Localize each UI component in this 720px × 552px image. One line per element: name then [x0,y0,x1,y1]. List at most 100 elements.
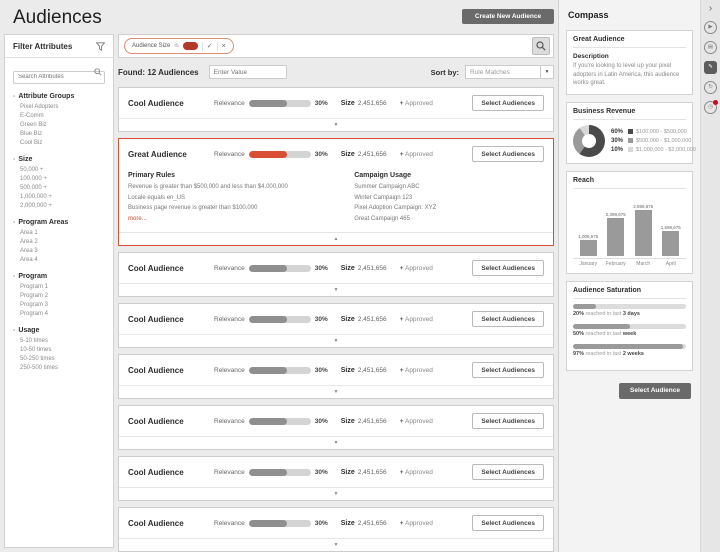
select-audiences-button[interactable]: Select Audiences [472,146,544,162]
confirm-filter-icon[interactable]: ✓ [207,43,213,50]
expand-toggle[interactable]: ▼ [119,334,553,347]
caret-down-icon: ▼ [544,69,550,75]
select-audiences-button[interactable]: Select Audiences [472,260,544,276]
expand-toggle[interactable]: ▼ [119,385,553,398]
attribute-item[interactable]: 100,000 + [13,175,105,184]
filter-value-pill[interactable] [182,42,198,50]
relevance-value: 30% [314,366,328,374]
expand-toggle[interactable]: ▼ [119,487,553,500]
relevance-bar [248,264,311,272]
audience-name: Cool Audience [128,518,184,528]
attribute-item[interactable]: 10-50 times [13,346,105,355]
bar-rect [662,230,680,256]
filter-chip[interactable]: Audience Size is ✓ × [124,38,234,54]
attribute-item[interactable]: Blue Biz [13,130,105,139]
create-new-audience-button[interactable]: Create New Audience [462,9,554,24]
attribute-item[interactable]: Area 1 [13,229,105,238]
rule-item: Revenue is greater than $500,000 and les… [128,184,288,190]
attribute-item[interactable]: Cool Biz [13,139,105,148]
select-audiences-button[interactable]: Select Audiences [472,311,544,327]
page-title: Audiences [13,7,102,28]
more-link[interactable]: more... [128,214,346,225]
approved-badge: + Approved [399,417,433,425]
alerts-icon[interactable]: ◷ [704,100,718,114]
reach-bar: 1,006,675 [578,196,599,256]
relevance-value: 30% [314,468,328,476]
select-audiences-button[interactable]: Select Audiences [472,464,544,480]
audience-name: Cool Audience [128,98,184,108]
approved-icon: + [399,315,404,323]
attribute-item[interactable]: Pixel Adopters [13,103,105,112]
select-audience-button[interactable]: Select Audience [619,382,691,399]
search-button[interactable] [532,37,550,55]
reach-bar: 2,398,675 [606,196,627,256]
collapse-toggle[interactable]: ▲ [119,232,553,245]
collapse-panel-chevron-icon[interactable]: › [709,4,712,14]
attribute-item[interactable]: Green Biz [13,121,105,130]
attribute-item[interactable]: Program 4 [13,310,105,319]
audience-card: Cool Audience Relevance 30% Size 2,451,6… [118,507,554,552]
attribute-item[interactable]: 50,000 + [13,166,105,175]
saturation-bar [573,323,686,329]
approved-icon: + [399,264,404,272]
audience-name: Cool Audience [128,314,184,324]
attribute-item[interactable]: 50-250 times [13,355,105,364]
notes-icon[interactable]: ✎ [704,61,717,74]
description-label: Description [573,53,609,60]
bar-rect [634,209,652,256]
attribute-group-header[interactable]: - Program [13,273,105,280]
remove-filter-icon[interactable]: × [222,43,226,50]
search-attributes-input[interactable] [13,70,105,84]
attribute-item[interactable]: Program 1 [13,283,105,292]
attribute-group-header[interactable]: - Size [13,156,105,163]
select-audiences-button[interactable]: Select Audiences [472,95,544,111]
stats-icon[interactable]: ▤ [704,41,717,54]
campaign-item: Winter Campaign 123 [354,194,413,201]
play-icon[interactable]: ▶ [704,21,717,34]
attribute-item[interactable]: 2,000,000 + [13,202,105,211]
relevance-value: 30% [314,264,328,272]
relevance-label: Relevance [214,150,245,158]
audience-name: Cool Audience [128,365,184,375]
attribute-item[interactable]: Area 2 [13,238,105,247]
attribute-item[interactable]: 500,000 + [13,184,105,193]
sort-select[interactable]: Rule Matches [465,65,541,79]
select-audiences-button[interactable]: Select Audiences [472,362,544,378]
attribute-item[interactable]: Area 4 [13,256,105,265]
enter-value-input[interactable] [208,65,287,79]
audience-card: Cool Audience Relevance 30% Size 2,451,6… [118,303,554,348]
approved-icon: + [399,150,404,158]
select-audiences-button[interactable]: Select Audiences [472,515,544,531]
search-icon [94,68,102,76]
attribute-item[interactable]: 250-500 times [13,364,105,373]
attribute-group: - Program Areas Area 1 Area 2 Area 3 Area 4 [5,214,113,268]
expand-toggle[interactable]: ▼ [119,118,553,131]
size-label: Size [340,417,355,425]
sort-dropdown-button[interactable]: ▼ [540,65,554,79]
attribute-group-header[interactable]: - Program Areas [13,219,105,226]
audience-row-header: Cool Audience Relevance 30% Size 2,451,6… [119,253,553,283]
attribute-item[interactable]: 5-10 times [13,337,105,346]
expand-toggle[interactable]: ▼ [119,283,553,296]
attribute-item[interactable]: Area 3 [13,247,105,256]
attribute-item[interactable]: Program 3 [13,301,105,310]
saturation-row: 20% reached in last 3 days [573,303,686,317]
saturation-list: 20% reached in last 3 days 50% reached i… [573,303,686,357]
attribute-item[interactable]: E-Comm [13,112,105,121]
attribute-item[interactable]: 1,000,000 + [13,193,105,202]
history-icon[interactable]: ↻ [704,81,717,94]
expand-toggle[interactable]: ▼ [119,436,553,449]
saturation-row: 97% reached in last 2 weeks [573,343,686,357]
attribute-item[interactable]: Program 2 [13,292,105,301]
expand-toggle[interactable]: ▼ [119,538,553,551]
collapse-dash-icon: - [13,326,16,334]
primary-rules-section: Primary Rules Revenue is greater than $50… [128,172,354,224]
attribute-group-header[interactable]: - Attribute Groups [13,93,105,100]
select-audiences-button[interactable]: Select Audiences [472,413,544,429]
revenue-chart-area: 60% $100,000 - $500,000 30% $500,000 - $… [573,124,696,157]
attribute-group-header[interactable]: - Usage [13,327,105,334]
reach-card: Reach 1,006,675 2,398,675 2,898,675 1,59… [566,170,693,274]
relevance-value: 30% [314,519,328,527]
filter-funnel-icon [96,42,105,51]
collapse-dash-icon: - [13,155,16,163]
